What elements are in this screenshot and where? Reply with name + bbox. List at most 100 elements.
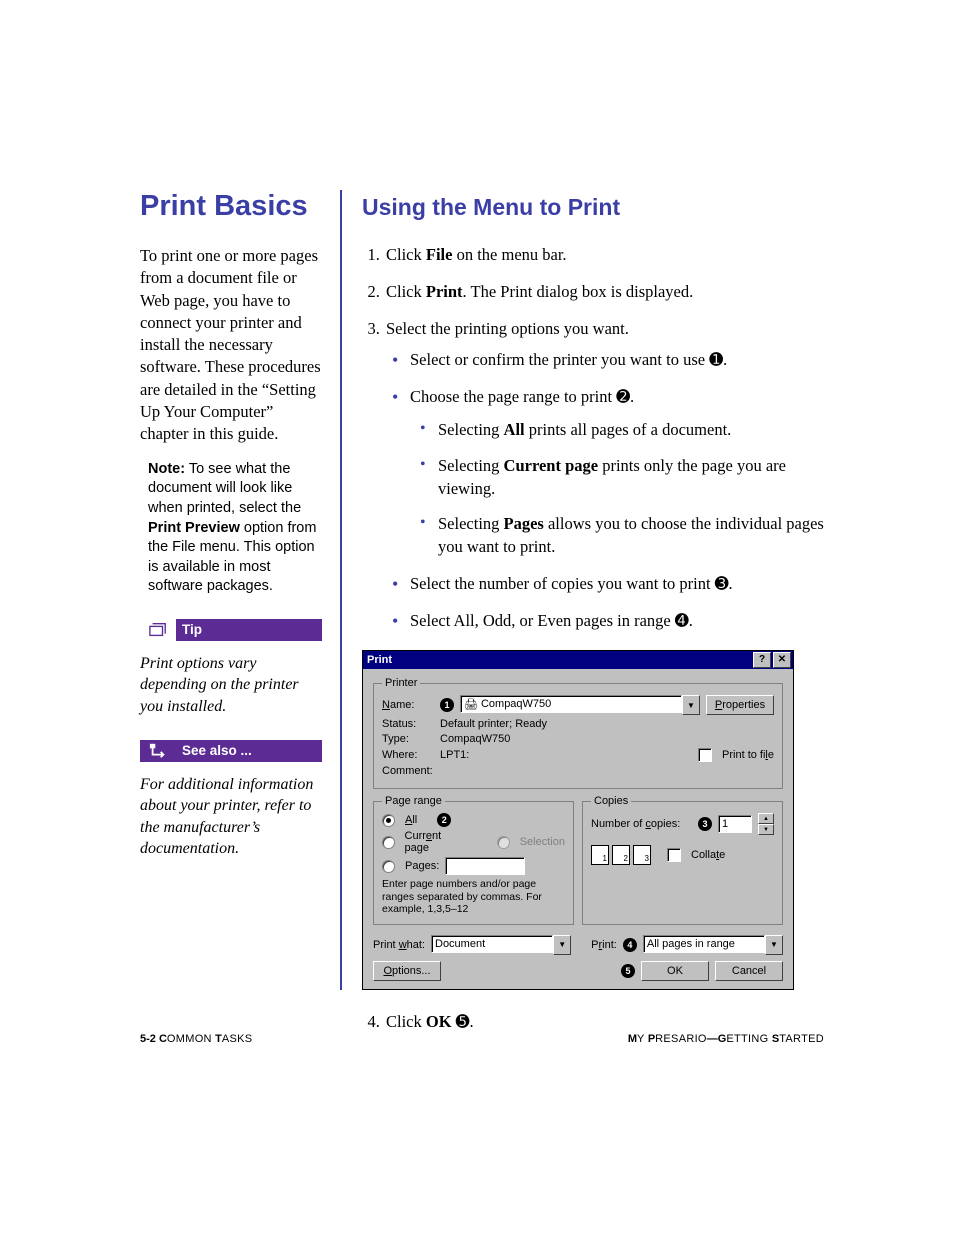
bullet-range: Choose the page range to print ➋. Select… — [410, 385, 824, 558]
printer-dropdown-button[interactable]: ▼ — [682, 695, 700, 715]
collate-checkbox[interactable] — [667, 848, 681, 862]
footer-left: 5-2 COMMON TASKS — [140, 1033, 252, 1045]
step-4: Click OK ➎. — [384, 1010, 824, 1033]
document-page: Print Basics To print one or more pages … — [0, 0, 954, 1235]
see-also-header: See also ... — [140, 740, 322, 762]
callout-3-dialog-icon: 3 — [698, 817, 712, 831]
ok-button[interactable]: OK — [641, 961, 709, 981]
status-value: Default printer; Ready — [440, 718, 547, 730]
see-also-label: See also ... — [176, 743, 252, 758]
current-radio[interactable] — [382, 836, 395, 849]
name-row: Name: 1 🖨CompaqW750 ▼ Properties — [382, 695, 774, 715]
num-copies-row: Number of copies: 3 1 ▲▼ — [591, 813, 774, 835]
step-1-a: Click — [386, 245, 426, 264]
printer-name-text: CompaqW750 — [481, 698, 551, 710]
callout-3-icon: ➌ — [715, 574, 729, 593]
range-legend: Page range — [382, 795, 445, 807]
step-1-c: on the menu bar. — [452, 245, 566, 264]
fl-c: T — [215, 1033, 222, 1045]
print-to-file-checkbox[interactable] — [698, 748, 712, 762]
close-button[interactable]: ✕ — [773, 652, 791, 668]
all-label: All — [405, 814, 417, 826]
step-1: Click File on the menu bar. — [384, 243, 824, 266]
sub-all-b: All — [504, 420, 525, 439]
two-column-layout: Print Basics To print one or more pages … — [140, 190, 824, 1047]
printer-select[interactable]: 🖨CompaqW750 ▼ — [460, 695, 700, 715]
tip-header: Tip — [140, 619, 322, 641]
step-2-c: . The Print dialog box is displayed. — [463, 282, 694, 301]
callout-5-icon: ➎ — [456, 1012, 470, 1031]
step-3: Select the printing options you want. Se… — [384, 317, 824, 632]
sub-current: Selecting Current page prints only the p… — [438, 454, 824, 500]
spin-down-icon[interactable]: ▼ — [758, 824, 774, 835]
steps-list-continued: Click OK ➎. — [362, 1010, 824, 1033]
fr-a: M — [628, 1033, 637, 1045]
fr-e: —G — [707, 1033, 727, 1045]
print-what-dropdown-button[interactable]: ▼ — [553, 935, 571, 955]
copies-legend: Copies — [591, 795, 631, 807]
steps-list: Click File on the menu bar. Click Print.… — [362, 243, 824, 632]
dialog-title: Print — [367, 654, 392, 666]
collate-label: Collate — [691, 849, 725, 861]
properties-button[interactable]: Properties — [706, 695, 774, 715]
copies-input[interactable]: 1 — [718, 815, 752, 833]
step-1-bold: File — [426, 245, 453, 264]
left-column: Print Basics To print one or more pages … — [140, 190, 340, 1047]
pages-input[interactable] — [445, 857, 525, 875]
all-row: All 2 — [382, 813, 565, 827]
print-what-select[interactable]: Document ▼ — [431, 935, 571, 955]
type-value: CompaqW750 — [440, 733, 510, 745]
tip-text: Print options vary depending on the prin… — [140, 653, 322, 718]
bullet-printer-text: Select or confirm the printer you want t… — [410, 350, 709, 369]
num-copies-label: Number of copies: — [591, 818, 680, 830]
tip-label: Tip — [176, 622, 202, 637]
range-copies-row: Page range All 2 Current page Selection — [373, 795, 783, 931]
sub-current-a: Selecting — [438, 456, 504, 475]
where-row: Where:LPT1: Print to file — [382, 748, 774, 762]
step-4-bold: OK — [426, 1012, 452, 1031]
type-row: Type:CompaqW750 — [382, 733, 774, 745]
callout-1-icon: ➊ — [709, 350, 723, 369]
all-radio[interactable] — [382, 814, 395, 827]
options-list: Select or confirm the printer you want t… — [386, 348, 824, 632]
bullet-copies-text: Select the number of copies you want to … — [410, 574, 715, 593]
name-label: Name: — [382, 699, 434, 711]
print-range-dropdown-button[interactable]: ▼ — [765, 935, 783, 955]
dialog-titlebar[interactable]: Print ? ✕ — [363, 651, 793, 669]
fr-d: RESARIO — [655, 1033, 707, 1045]
tip-icon — [140, 619, 176, 641]
sub-all-a: Selecting — [438, 420, 504, 439]
selection-label: Selection — [520, 836, 565, 848]
sub-pages-b: Pages — [504, 514, 544, 533]
dialog-body: Printer Name: 1 🖨CompaqW750 ▼ Properties — [363, 669, 793, 989]
sub-pages-a: Selecting — [438, 514, 504, 533]
step-4-a: Click — [386, 1012, 426, 1031]
callout-4-icon: ➍ — [675, 611, 689, 630]
fr-h: TARTED — [779, 1033, 824, 1045]
see-also-text: For additional information about your pr… — [140, 774, 322, 860]
sub-pages: Selecting Pages allows you to choose the… — [438, 512, 824, 558]
fl-b: OMMON — [167, 1033, 215, 1045]
help-button[interactable]: ? — [753, 652, 771, 668]
print-dialog: Print ? ✕ Printer Name: 1 🖨Com — [362, 650, 794, 990]
intro-paragraph: To print one or more pages from a docume… — [140, 245, 322, 445]
collate-row: 123 Collate — [591, 845, 774, 865]
printer-legend: Printer — [382, 677, 420, 689]
print-what-value: Document — [431, 935, 553, 953]
step-2: Click Print. The Print dialog box is dis… — [384, 280, 824, 303]
bullet-pages-range: Select All, Odd, or Even pages in range … — [410, 609, 824, 632]
print-what-row: Print what: Document ▼ Print: 4 All page… — [373, 935, 783, 955]
page-footer: 5-2 COMMON TASKS MY PRESARIO—GETTING STA… — [140, 1033, 824, 1045]
cancel-button[interactable]: Cancel — [715, 961, 783, 981]
copies-spinner[interactable]: ▲▼ — [758, 813, 774, 835]
pages-radio[interactable] — [382, 860, 395, 873]
options-button[interactable]: Options... — [373, 961, 441, 981]
print-range-select[interactable]: All pages in range ▼ — [643, 935, 783, 955]
pages-row: Pages: — [382, 857, 565, 875]
dialog-button-row: Options... 5 OK Cancel — [373, 961, 783, 981]
right-column: Using the Menu to Print Click File on th… — [342, 190, 824, 1047]
selection-radio — [497, 836, 510, 849]
bullet-copies: Select the number of copies you want to … — [410, 572, 824, 595]
current-label: Current page — [405, 830, 467, 854]
spin-up-icon[interactable]: ▲ — [758, 813, 774, 824]
